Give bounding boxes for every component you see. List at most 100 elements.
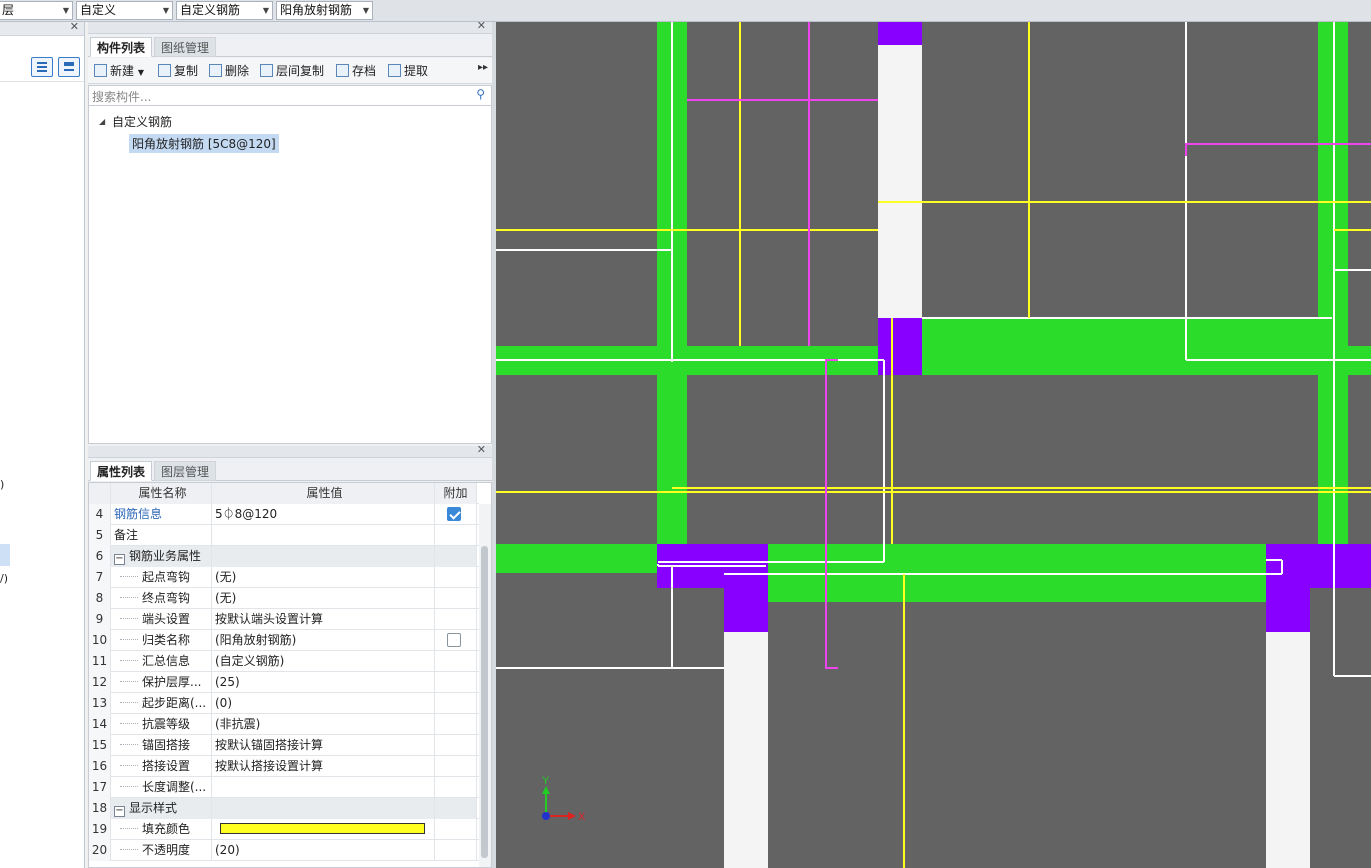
property-value[interactable]: 按默认端头设置计算 [212, 609, 435, 630]
tree-line [120, 702, 138, 703]
save-button[interactable]: 存档 [336, 62, 376, 80]
property-extra [435, 651, 477, 672]
row-number: 8 [89, 588, 111, 609]
extract-button[interactable]: 提取 [388, 62, 428, 80]
property-value[interactable]: (自定义钢筋) [212, 651, 435, 672]
extra-checkbox[interactable] [447, 507, 461, 521]
grid-view-button[interactable] [58, 57, 80, 77]
property-row[interactable]: 17 长度调整(... [89, 777, 479, 798]
property-name-text: 起点弯钩 [142, 570, 191, 584]
floor-copy-button[interactable]: 层间复制 [260, 62, 324, 80]
category-combo[interactable]: 自定义 ▼ [76, 1, 173, 20]
property-name: 保护层厚... [111, 672, 212, 693]
property-row[interactable]: 4 钢筋信息 5⏀8@120 [89, 504, 479, 525]
new-label: 新建 [110, 64, 135, 78]
left-nav-panel: ✕ ) /) [0, 20, 85, 868]
property-row[interactable]: 14 抗震等级 (非抗震) [89, 714, 479, 735]
property-value[interactable]: (25) [212, 672, 435, 693]
scrollbar-thumb[interactable] [481, 546, 488, 858]
property-value[interactable]: (非抗震) [212, 714, 435, 735]
property-row[interactable]: 18− 显示样式 [89, 798, 479, 819]
tab-drawing-management[interactable]: 图纸管理 [154, 37, 217, 57]
property-name-text: 抗震等级 [142, 717, 191, 731]
property-row[interactable]: 5 备注 [89, 525, 479, 546]
property-value[interactable]: (0) [212, 693, 435, 714]
property-value[interactable] [212, 819, 435, 840]
component-combo[interactable]: 阳角放射钢筋 ▼ [276, 1, 373, 20]
component-tabs: 构件列表 图纸管理 [88, 35, 492, 57]
chevron-down-icon: ▼ [62, 6, 69, 15]
property-extra [435, 588, 477, 609]
tree-line [120, 618, 138, 619]
floor-copy-label: 层间复制 [276, 64, 325, 78]
collapse-triangle-icon[interactable]: ◢ [99, 117, 105, 126]
property-row[interactable]: 15 锚固搭接 按默认锚固搭接计算 [89, 735, 479, 756]
drawing-canvas[interactable]: Y X [496, 22, 1371, 868]
close-icon[interactable]: ✕ [70, 20, 79, 33]
left-panel-selected-row[interactable] [0, 544, 10, 566]
property-extra [435, 567, 477, 588]
property-row[interactable]: 19 填充颜色 [89, 819, 479, 840]
property-value[interactable]: (阳角放射钢筋) [212, 630, 435, 651]
collapse-icon[interactable]: − [114, 554, 125, 565]
property-value[interactable]: 按默认搭接设置计算 [212, 756, 435, 777]
tree-node-root[interactable]: 自定义钢筋 [112, 113, 172, 130]
new-button[interactable]: 新建 ▼ [94, 62, 144, 80]
property-name-text: 备注 [114, 528, 139, 542]
rebar-drawing[interactable] [496, 22, 1371, 868]
property-row[interactable]: 13 起步距离(... (0) [89, 693, 479, 714]
property-value [212, 546, 435, 567]
property-row[interactable]: 7 起点弯钩 (无) [89, 567, 479, 588]
header-extra: 附加 [435, 483, 477, 504]
more-icon[interactable]: ▸▸ [478, 62, 488, 73]
property-row[interactable]: 12 保护层厚... (25) [89, 672, 479, 693]
property-row[interactable]: 16 搭接设置 按默认搭接设置计算 [89, 756, 479, 777]
component-toolbar: 新建 ▼ 复制 删除 层间复制 存档 提取 ▸▸ [88, 58, 492, 84]
close-icon[interactable]: ✕ [477, 443, 486, 456]
property-name: 长度调整(... [111, 777, 212, 798]
component-search[interactable]: 搜索构件... ⚲ [88, 85, 492, 106]
copy-button[interactable]: 复制 [158, 62, 198, 80]
search-icon[interactable]: ⚲ [476, 87, 485, 101]
tab-property-list[interactable]: 属性列表 [90, 461, 153, 481]
property-value[interactable]: 5⏀8@120 [212, 504, 435, 525]
property-value[interactable]: (无) [212, 567, 435, 588]
property-value[interactable]: (20) [212, 840, 435, 861]
property-name: 不透明度 [111, 840, 212, 861]
property-scrollbar[interactable] [479, 504, 491, 867]
property-row[interactable]: 20 不透明度 (20) [89, 840, 479, 861]
property-extra [435, 672, 477, 693]
color-swatch[interactable] [220, 823, 425, 834]
property-name: 钢筋信息 [111, 504, 212, 525]
property-row[interactable]: 10 归类名称 (阳角放射钢筋) [89, 630, 479, 651]
property-row[interactable]: 6− 钢筋业务属性 [89, 546, 479, 567]
chevron-down-icon: ▼ [137, 68, 144, 77]
tree-node-selected[interactable]: 阳角放射钢筋 [5C8@120] [129, 134, 279, 153]
floor-combo[interactable]: 层 ▼ [0, 1, 73, 20]
tab-component-list[interactable]: 构件列表 [90, 37, 153, 57]
property-name: 起步距离(... [111, 693, 212, 714]
list-view-button[interactable] [31, 57, 53, 77]
property-row[interactable]: 9 端头设置 按默认端头设置计算 [89, 609, 479, 630]
search-input[interactable]: 搜索构件... [92, 88, 151, 105]
collapse-icon[interactable]: − [114, 806, 125, 817]
row-number: 19 [89, 819, 111, 840]
property-value[interactable] [212, 777, 435, 798]
tree-line [120, 786, 138, 787]
row-number: 15 [89, 735, 111, 756]
header-name: 属性名称 [111, 483, 212, 504]
property-value[interactable]: (无) [212, 588, 435, 609]
property-value[interactable] [212, 525, 435, 546]
close-icon[interactable]: ✕ [477, 19, 486, 32]
rebar-yellow-lines [496, 22, 1371, 868]
property-value[interactable]: 按默认锚固搭接计算 [212, 735, 435, 756]
tab-layer-management[interactable]: 图层管理 [154, 461, 217, 481]
property-row[interactable]: 8 终点弯钩 (无) [89, 588, 479, 609]
property-name-text: 钢筋业务属性 [129, 549, 202, 563]
type-combo[interactable]: 自定义钢筋 ▼ [176, 1, 273, 20]
property-name-text: 不透明度 [142, 843, 191, 857]
delete-button[interactable]: 删除 [209, 62, 249, 80]
property-name: 端头设置 [111, 609, 212, 630]
property-row[interactable]: 11 汇总信息 (自定义钢筋) [89, 651, 479, 672]
extra-checkbox[interactable] [447, 633, 461, 647]
